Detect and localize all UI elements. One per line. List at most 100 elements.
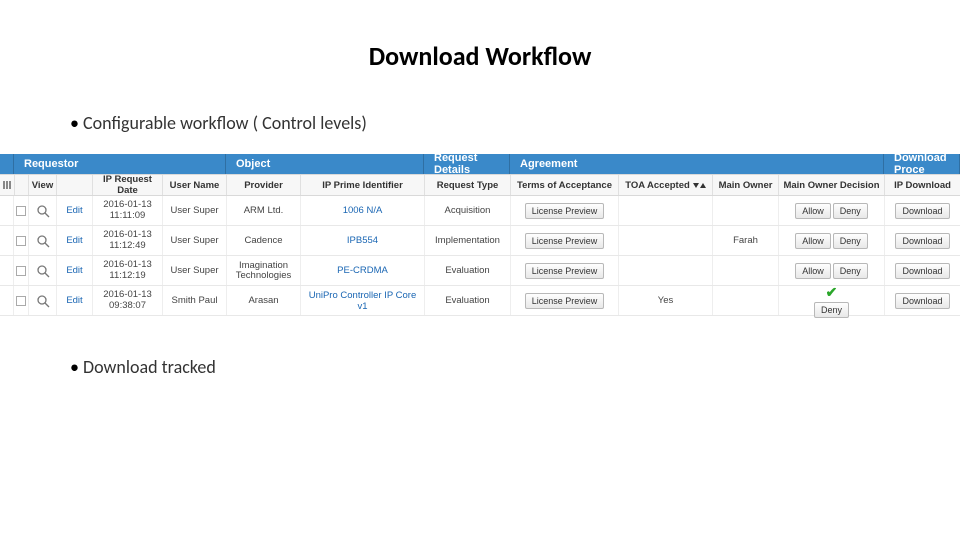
section-pre (0, 154, 14, 174)
column-ip-download[interactable]: IP Download (885, 175, 960, 195)
bullet-tracked: Download tracked (70, 356, 960, 378)
main-owner-cell (713, 256, 779, 285)
date-cell: 2016-01-13 09:38:07 (93, 286, 163, 315)
view-icon-cell[interactable] (29, 286, 57, 315)
edit-link[interactable]: Edit (57, 226, 93, 255)
identifier-cell[interactable]: UniPro Controller IP Core v1 (301, 286, 425, 315)
allow-button[interactable]: Allow (795, 203, 831, 219)
deny-button[interactable]: Deny (833, 233, 868, 249)
row-checkbox[interactable] (14, 196, 29, 225)
license-preview-button[interactable]: License Preview (525, 233, 605, 249)
license-preview-button[interactable]: License Preview (525, 263, 605, 279)
row-pre (0, 256, 14, 285)
table-row: Edit 2016-01-13 11:12:19 User Super Imag… (0, 256, 960, 286)
deny-button[interactable]: Deny (814, 302, 849, 318)
row-pre (0, 286, 14, 315)
edit-link[interactable]: Edit (57, 196, 93, 225)
time-value: 11:12:19 (109, 271, 145, 281)
user-cell: User Super (163, 226, 227, 255)
row-checkbox[interactable] (14, 226, 29, 255)
column-toa[interactable]: Terms of Acceptance (511, 175, 619, 195)
download-button[interactable]: Download (895, 203, 949, 219)
time-value: 11:11:09 (110, 211, 146, 221)
column-user-name[interactable]: User Name (163, 175, 227, 195)
type-cell: Evaluation (425, 286, 511, 315)
sort-desc-icon (693, 183, 699, 188)
magnifier-icon (36, 294, 50, 308)
time-value: 11:12:49 (109, 241, 145, 251)
identifier-cell[interactable]: 1006 N/A (301, 196, 425, 225)
type-cell: Acquisition (425, 196, 511, 225)
edit-link[interactable]: Edit (57, 256, 93, 285)
table-row: Edit 2016-01-13 11:11:09 User Super ARM … (0, 196, 960, 226)
edit-link[interactable]: Edit (57, 286, 93, 315)
column-checkbox (15, 175, 29, 195)
download-cell: Download (885, 286, 960, 315)
column-header-row: View IP Request Date User Name Provider … (0, 174, 960, 196)
column-ip-identifier[interactable]: IP Prime Identifier (301, 175, 425, 195)
provider-cell: Arasan (227, 286, 301, 315)
view-icon-cell[interactable] (29, 226, 57, 255)
user-cell: User Super (163, 196, 227, 225)
allow-button[interactable]: Allow (795, 263, 831, 279)
magnifier-icon (36, 264, 50, 278)
section-header-row: Requestor Object Request Details Agreeme… (0, 154, 960, 174)
toa-accepted-cell (619, 196, 713, 225)
provider-cell: Imagination Technologies (227, 256, 301, 285)
decision-cell: Allow Deny (779, 196, 885, 225)
download-button[interactable]: Download (895, 263, 949, 279)
bullet-configurable: Configurable workflow ( Control levels) (70, 112, 960, 134)
workflow-table: Requestor Object Request Details Agreeme… (0, 154, 960, 316)
toa-cell: License Preview (511, 256, 619, 285)
table-row: Edit 2016-01-13 11:12:49 User Super Cade… (0, 226, 960, 256)
decision-cell: Allow Deny (779, 256, 885, 285)
date-value: 2016-01-13 (103, 230, 152, 240)
row-pre (0, 226, 14, 255)
check-icon: ✔ (826, 284, 838, 301)
column-main-owner[interactable]: Main Owner (713, 175, 779, 195)
download-cell: Download (885, 226, 960, 255)
magnifier-icon (36, 234, 50, 248)
view-icon-cell[interactable] (29, 256, 57, 285)
row-checkbox[interactable] (14, 286, 29, 315)
section-agreement: Agreement (510, 154, 884, 174)
main-owner-cell (713, 196, 779, 225)
column-view[interactable]: View (29, 175, 57, 195)
table-row: Edit 2016-01-13 09:38:07 Smith Paul Aras… (0, 286, 960, 316)
row-checkbox[interactable] (14, 256, 29, 285)
column-toa-accepted[interactable]: TOA Accepted (619, 175, 713, 195)
download-cell: Download (885, 256, 960, 285)
deny-button[interactable]: Deny (833, 203, 868, 219)
license-preview-button[interactable]: License Preview (525, 293, 605, 309)
view-icon-cell[interactable] (29, 196, 57, 225)
magnifier-icon (36, 204, 50, 218)
toa-accepted-cell: Yes (619, 286, 713, 315)
column-request-date[interactable]: IP Request Date (93, 175, 163, 195)
license-preview-button[interactable]: License Preview (525, 203, 605, 219)
provider-cell: Cadence (227, 226, 301, 255)
column-config-icon[interactable] (0, 175, 15, 195)
type-cell: Implementation (425, 226, 511, 255)
identifier-cell[interactable]: PE-CRDMA (301, 256, 425, 285)
download-button[interactable]: Download (895, 293, 949, 309)
toa-accepted-cell (619, 256, 713, 285)
date-value: 2016-01-13 (103, 200, 152, 210)
sort-asc-icon (700, 183, 706, 188)
date-cell: 2016-01-13 11:12:49 (93, 226, 163, 255)
date-value: 2016-01-13 (103, 260, 152, 270)
column-main-owner-decision[interactable]: Main Owner Decision (779, 175, 885, 195)
column-edit (57, 175, 93, 195)
section-download-proc: Download Proce (884, 154, 960, 174)
toa-cell: License Preview (511, 226, 619, 255)
allow-button[interactable]: Allow (795, 233, 831, 249)
slide: Download Workflow Configurable workflow … (0, 0, 960, 540)
download-button[interactable]: Download (895, 233, 949, 249)
identifier-cell[interactable]: IPB554 (301, 226, 425, 255)
deny-button[interactable]: Deny (833, 263, 868, 279)
column-request-type[interactable]: Request Type (425, 175, 511, 195)
section-object: Object (226, 154, 424, 174)
column-provider[interactable]: Provider (227, 175, 301, 195)
section-request-details: Request Details (424, 154, 510, 174)
row-pre (0, 196, 14, 225)
toa-accepted-label: TOA Accepted (625, 180, 690, 191)
